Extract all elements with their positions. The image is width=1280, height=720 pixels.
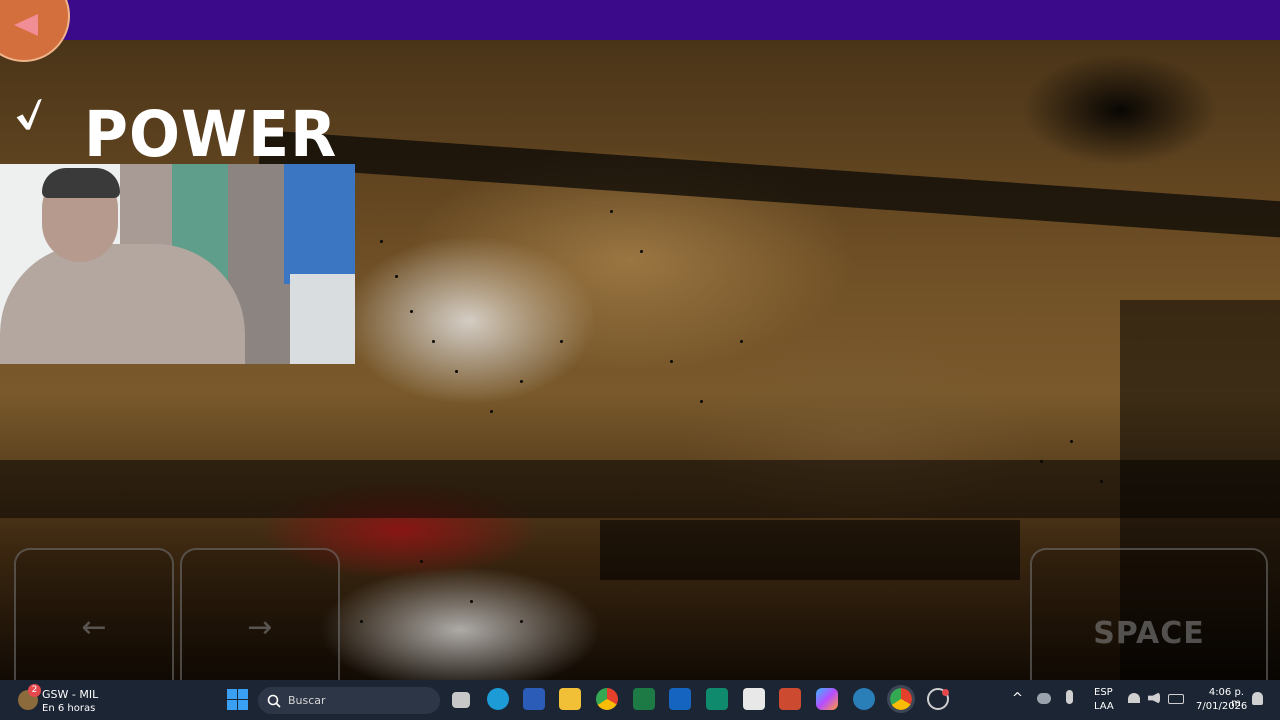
ink-speck [700,400,703,403]
space-key-label: SPACE [1093,616,1205,651]
copilot-icon[interactable] [816,688,838,710]
webcam-overlay [0,164,355,364]
onedrive-icon[interactable] [1037,693,1051,704]
browser-top-bar [0,0,1280,42]
ink-speck [380,240,383,243]
webcam-blue-cloth [284,164,355,284]
background-beam [0,460,1280,518]
powerpoint-icon[interactable] [779,688,801,710]
search-placeholder: Buscar [288,694,326,707]
back-arrow-icon [14,14,38,36]
clock-sync-icon[interactable] [853,688,875,710]
ink-speck [520,380,523,383]
weather-title: GSW - MIL [42,688,99,701]
ink-speck [640,250,643,253]
edge-icon[interactable] [487,688,509,710]
right-arrow-key[interactable]: → [180,548,340,680]
start-icon[interactable] [227,689,248,710]
notifications-bell-icon[interactable] [1252,692,1263,705]
ink-speck [395,275,398,278]
background-shadow [600,520,1020,580]
ink-speck [520,620,523,623]
publisher-icon[interactable] [706,688,728,710]
notification-dot [942,689,949,696]
ink-speck [432,340,435,343]
ink-speck [670,360,673,363]
ink-speck [1040,460,1043,463]
space-key[interactable]: SPACE [1030,548,1268,680]
chevron-up-icon[interactable]: ^ [1012,691,1023,706]
wifi-icon[interactable] [1128,693,1140,703]
battery-icon[interactable] [1168,694,1184,704]
chrome-profile-icon[interactable] [887,685,915,713]
right-arrow-label: → [247,610,273,645]
volume-icon[interactable] [1148,692,1160,704]
excel-icon[interactable] [633,688,655,710]
ink-speck [455,370,458,373]
webcam-person-hoodie [0,244,245,364]
ink-speck [360,620,363,623]
weather-widget[interactable]: 2 GSW - MIL En 6 horas [14,684,124,716]
ink-speck [610,210,613,213]
clock-date[interactable]: 7/01/2026 [1196,701,1247,712]
left-arrow-label: ← [81,610,107,645]
ink-speck [1070,440,1073,443]
chrome-icon[interactable] [596,688,618,710]
microphone-icon[interactable] [1066,690,1073,704]
webcam-person-hair [42,168,120,198]
search-icon [267,694,281,708]
taskbar-search[interactable]: Buscar [258,687,440,714]
ink-speck [560,340,563,343]
language-bottom[interactable]: LAA [1094,701,1114,712]
weather-badge: 2 [28,684,41,697]
ink-speck [470,600,473,603]
ink-speck [420,560,423,563]
power-title: POWER [84,98,338,172]
webcam-wall-light [290,274,355,364]
weather-subtitle: En 6 horas [42,703,96,714]
store-icon[interactable] [743,688,765,710]
ink-speck [490,410,493,413]
word-icon[interactable] [523,688,545,710]
windows-taskbar: 2 GSW - MIL En 6 horas Buscar ^ ESP LAA … [0,680,1280,720]
task-view-icon[interactable] [452,692,470,708]
ink-speck [740,340,743,343]
file-explorer-icon[interactable] [559,688,581,710]
ink-speck [1100,480,1103,483]
ink-speck [410,310,413,313]
language-top[interactable]: ESP [1094,687,1113,698]
left-arrow-key[interactable]: ← [14,548,174,680]
background-beam [258,130,1280,239]
outlook-icon[interactable] [669,688,691,710]
